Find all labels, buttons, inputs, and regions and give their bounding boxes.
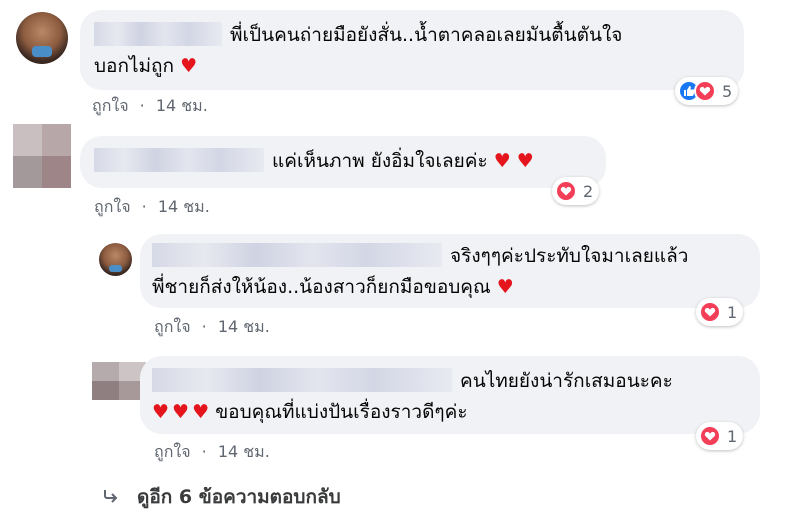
like-link[interactable]: ถูกใจ [94, 197, 131, 216]
view-more-replies-link[interactable]: ดูอีก 6 ข้อความตอบกลับ [103, 482, 341, 512]
replier-avatar[interactable] [92, 362, 146, 400]
reply-actions: ถูกใจ · 14 ชม. [154, 315, 270, 340]
heart-emoji-icon: ♥ [493, 150, 511, 172]
reply-bubble: จริงๆๆค่ะประทับใจมาเลยแล้ว พี่ชายก็ส่งให… [140, 234, 760, 308]
reply-timestamp[interactable]: 14 ชม. [218, 442, 270, 461]
replier-name[interactable] [152, 368, 452, 392]
replier-avatar[interactable] [99, 243, 132, 276]
love-reaction-icon [694, 80, 716, 102]
reaction-count: 1 [727, 426, 738, 446]
reaction-count: 5 [722, 81, 733, 101]
view-more-replies-label: ดูอีก 6 ข้อความตอบกลับ [137, 486, 341, 508]
reply-text-line2: ขอบคุณที่แบ่งปันเรื่องราวดีๆค่ะ [215, 401, 468, 423]
comment-text-line2: บอกไม่ถูก [94, 55, 175, 77]
love-reaction-icon [699, 425, 721, 447]
reaction-summary[interactable]: 1 [696, 422, 744, 450]
separator-dot: · [201, 317, 207, 336]
like-link[interactable]: ถูกใจ [154, 317, 191, 336]
replier-name[interactable] [152, 243, 442, 267]
reaction-count: 1 [727, 302, 738, 322]
reply-bubble: คนไทยยังน่ารักเสมอนะคะ ♥ ♥ ♥ ขอบคุณที่แบ่ง… [140, 356, 760, 434]
reaction-summary[interactable]: 2 [552, 177, 600, 205]
like-link[interactable]: ถูกใจ [154, 442, 191, 461]
comment-timestamp[interactable]: 14 ชม. [156, 96, 208, 115]
reply-arrow-icon [103, 486, 119, 508]
love-reaction-icon [555, 180, 577, 202]
heart-emoji-icon: ♥ [172, 401, 190, 423]
heart-emoji-icon: ♥ [152, 401, 170, 423]
heart-emoji-icon: ♥ [192, 401, 210, 423]
reply-text-line1: จริงๆๆค่ะประทับใจมาเลยแล้ว [450, 245, 689, 267]
comment-text-line1: พี่เป็นคนถ่ายมือยังสั่น..น้ำตาคลอเลยมันต… [230, 24, 623, 46]
reply-text-line1: คนไทยยังน่ารักเสมอนะคะ [460, 370, 673, 392]
comment-bubble: พี่เป็นคนถ่ายมือยังสั่น..น้ำตาคลอเลยมันต… [80, 10, 744, 90]
comment-timestamp[interactable]: 14 ชม. [158, 197, 210, 216]
commenter-avatar[interactable] [16, 12, 68, 64]
heart-emoji-icon: ♥ [180, 55, 198, 77]
separator-dot: · [139, 96, 145, 115]
heart-emoji-icon: ♥ [496, 276, 514, 298]
comment-actions: ถูกใจ · 14 ชม. [92, 94, 208, 119]
reply-text-line2: พี่ชายก็ส่งให้น้อง..น้องสาวก็ยกมือขอบคุณ [152, 276, 491, 298]
reaction-summary[interactable]: 5 [675, 77, 739, 105]
reply-actions: ถูกใจ · 14 ชม. [154, 440, 270, 465]
face-mask [32, 46, 52, 57]
comment-bubble: แค่เห็นภาพ ยังอิ่มใจเลยค่ะ ♥ ♥ [80, 136, 606, 188]
separator-dot: · [201, 442, 207, 461]
comment-actions: ถูกใจ · 14 ชม. [94, 195, 210, 220]
love-reaction-icon [699, 301, 721, 323]
commenter-name[interactable] [94, 22, 222, 46]
reaction-summary[interactable]: 1 [696, 298, 744, 326]
separator-dot: · [141, 197, 147, 216]
reaction-count: 2 [583, 181, 594, 201]
heart-emoji-icon: ♥ [516, 150, 534, 172]
face-mask [109, 265, 122, 272]
commenter-name[interactable] [94, 148, 264, 172]
comment-text-line1: แค่เห็นภาพ ยังอิ่มใจเลยค่ะ [272, 150, 488, 172]
commenter-avatar[interactable] [13, 124, 71, 188]
like-link[interactable]: ถูกใจ [92, 96, 129, 115]
reply-timestamp[interactable]: 14 ชม. [218, 317, 270, 336]
